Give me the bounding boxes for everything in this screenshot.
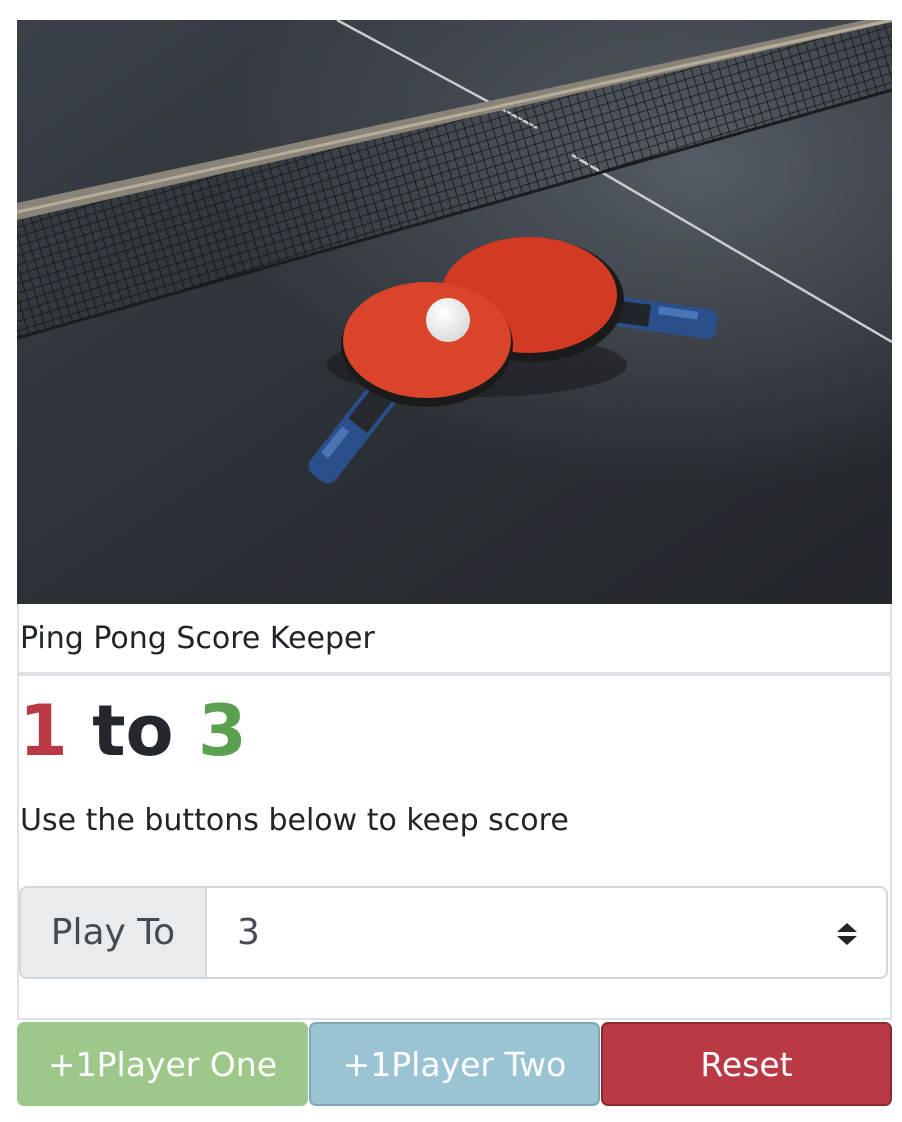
score-separator-text: to [92,690,174,772]
score-separator: to [92,690,198,772]
hero-image [17,20,892,604]
play-to-label: Play To [21,888,207,977]
select-updown-icon [837,923,857,945]
play-to-input-group: Play To 3 [19,886,888,979]
button-bar: +1Player One +1Player Two Reset [17,1022,892,1106]
play-to-selected-value: 3 [237,912,260,953]
scoreboard: 1 to 3 [19,696,247,786]
reset-button[interactable]: Reset [601,1022,892,1106]
card-header: Ping Pong Score Keeper [19,604,890,676]
instructions-text: Use the buttons below to keep score [20,803,569,838]
page-title: Ping Pong Score Keeper [20,621,375,656]
player-one-button[interactable]: +1Player One [17,1022,308,1106]
ping-pong-table-image [17,20,892,604]
player-one-score: 1 [19,690,68,772]
score-keeper-card: Ping Pong Score Keeper 1 to 3 Use the bu… [17,20,892,1020]
player-two-score: 3 [198,690,247,772]
player-two-button[interactable]: +1Player Two [309,1022,600,1106]
play-to-select[interactable]: 3 [207,888,886,977]
